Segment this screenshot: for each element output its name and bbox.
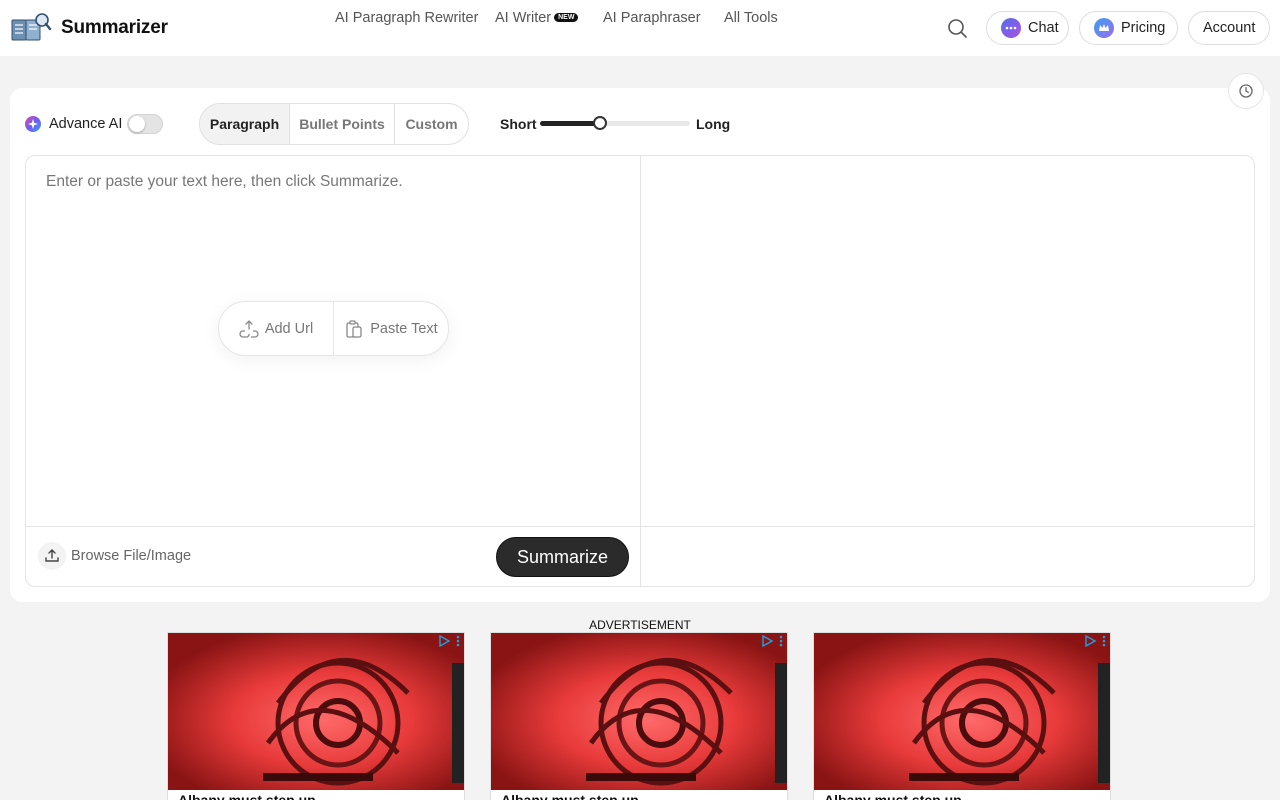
ad-heater-image	[168, 633, 464, 790]
chat-bubble-icon	[1001, 18, 1021, 38]
kebab-menu-icon	[456, 635, 460, 647]
ad-card[interactable]: Albany must step up	[167, 632, 465, 800]
tab-custom[interactable]: Custom	[395, 104, 468, 144]
add-url-label: Add Url	[264, 320, 314, 337]
brand-name[interactable]: Summarizer	[61, 17, 168, 39]
crown-icon	[1094, 18, 1114, 38]
ad-choices-icon	[1085, 635, 1096, 647]
nav-ai-writer-label: AI Writer	[495, 10, 552, 26]
slider-fill	[540, 121, 600, 126]
top-header: Summarizer AI Paragraph Rewriter AI Writ…	[0, 0, 1280, 56]
clock-icon	[1239, 84, 1253, 98]
advertisement-label: ADVERTISEMENT	[589, 618, 691, 632]
advance-ai-label: Advance AI	[49, 116, 123, 132]
slider-thumb[interactable]	[593, 116, 607, 130]
advance-ai-toggle[interactable]	[127, 114, 163, 134]
browse-file-button[interactable]: Browse File/Image	[38, 542, 191, 570]
ad-choices[interactable]	[1084, 635, 1106, 647]
chat-label: Chat	[1028, 20, 1059, 36]
tab-bullet-points[interactable]: Bullet Points	[290, 104, 395, 144]
account-button[interactable]: Account	[1188, 11, 1270, 45]
ad-heater-image	[814, 633, 1110, 790]
add-url-button[interactable]: Add Url	[219, 302, 334, 355]
ad-card[interactable]: Albany must step up	[813, 632, 1111, 800]
search-icon[interactable]	[946, 17, 968, 39]
ad-choices-icon	[762, 635, 773, 647]
ad-headline: Albany must step up	[824, 792, 962, 800]
length-short-label: Short	[500, 116, 537, 132]
summarizer-logo-icon[interactable]	[10, 12, 52, 44]
quick-actions: Add Url Paste Text	[218, 301, 449, 356]
kebab-menu-icon	[1102, 635, 1106, 647]
ad-heater-image	[491, 633, 787, 790]
pricing-button[interactable]: Pricing	[1079, 11, 1178, 45]
link-upload-icon	[239, 319, 259, 338]
nav-ai-paraphraser[interactable]: AI Paraphraser	[603, 10, 701, 26]
ad-card[interactable]: Albany must step up	[490, 632, 788, 800]
advance-ai-sparkle-icon	[25, 116, 41, 132]
history-button[interactable]	[1228, 73, 1264, 109]
ad-choices[interactable]	[761, 635, 783, 647]
clipboard-icon	[346, 319, 362, 338]
chat-button[interactable]: Chat	[986, 11, 1069, 45]
ad-headline: Albany must step up	[501, 792, 639, 800]
account-label: Account	[1203, 20, 1256, 36]
upload-icon	[38, 542, 66, 570]
editor-panel: Add Url Paste Text Browse File/Image Sum…	[25, 155, 1255, 587]
new-badge: NEW	[554, 13, 579, 22]
pricing-label: Pricing	[1121, 20, 1166, 36]
nav-ai-writer[interactable]: AI Writer NEW	[495, 10, 579, 26]
tab-paragraph[interactable]: Paragraph	[200, 104, 290, 144]
summary-mode-tabs: Paragraph Bullet Points Custom	[199, 103, 469, 145]
ad-choices-icon	[439, 635, 450, 647]
paste-text-label: Paste Text	[370, 320, 438, 337]
length-long-label: Long	[696, 116, 731, 132]
ad-headline: Albany must step up	[178, 792, 316, 800]
paste-text-button[interactable]: Paste Text	[334, 302, 448, 355]
toggle-knob	[129, 116, 145, 132]
panel-divider	[640, 156, 641, 586]
summary-length-slider[interactable]	[540, 116, 690, 130]
kebab-menu-icon	[779, 635, 783, 647]
nav-ai-paragraph-rewriter[interactable]: AI Paragraph Rewriter	[335, 10, 478, 26]
footer-divider	[26, 526, 1254, 527]
summarize-button[interactable]: Summarize	[496, 537, 629, 577]
browse-file-label: Browse File/Image	[71, 548, 192, 564]
ad-choices[interactable]	[438, 635, 460, 647]
nav-all-tools[interactable]: All Tools	[724, 10, 778, 26]
